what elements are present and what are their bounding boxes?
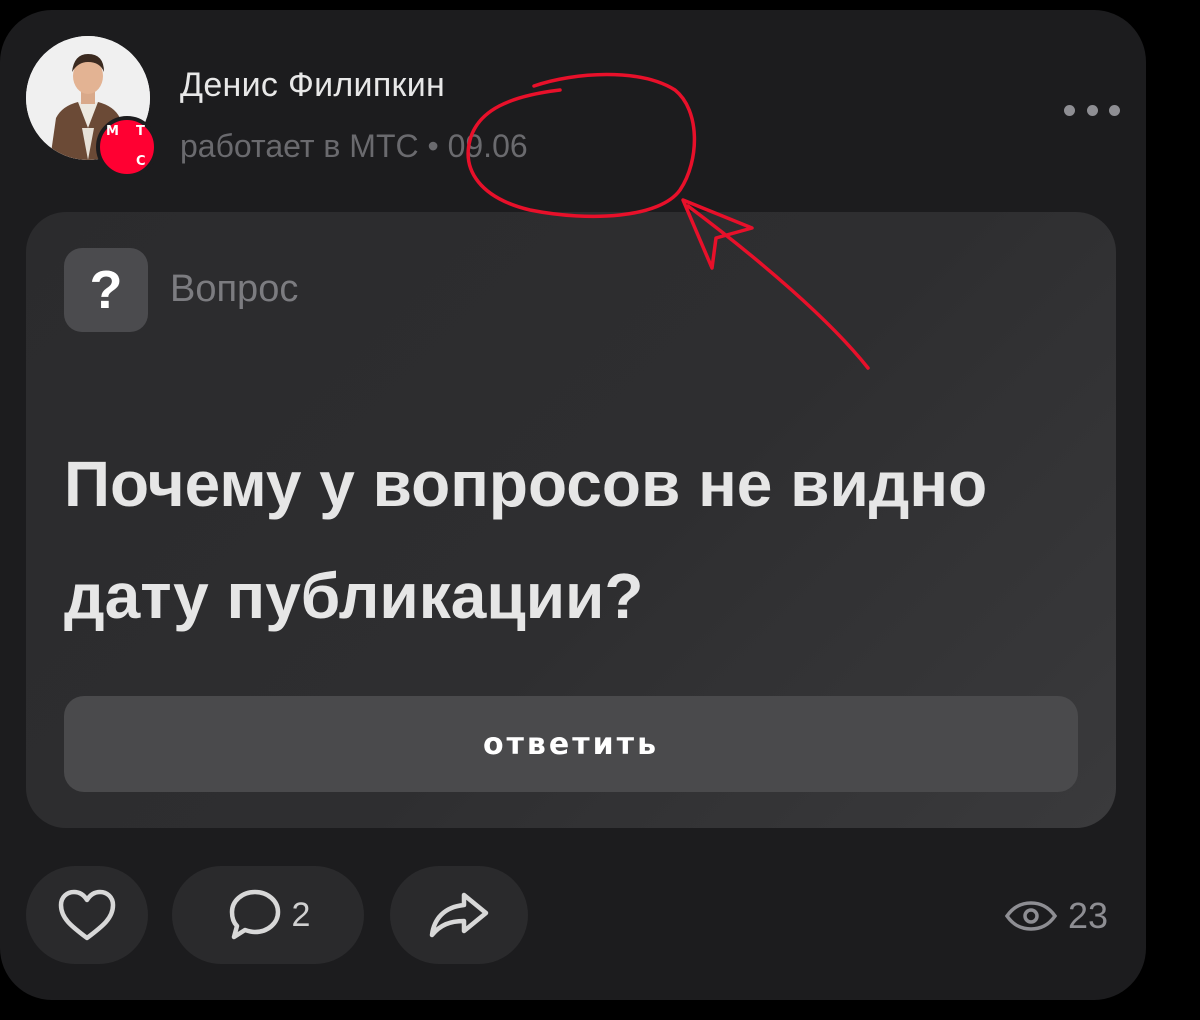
- more-dots-icon: [1086, 104, 1098, 116]
- post-type-label: Вопрос: [170, 268, 299, 310]
- more-dots-icon: [1109, 104, 1120, 116]
- heart-icon: [58, 889, 116, 941]
- comment-count: 2: [291, 895, 311, 934]
- question-mark-icon: ?: [64, 248, 148, 332]
- views-count: 23: [1068, 895, 1109, 936]
- views-counter: 23: [1004, 893, 1108, 939]
- author-meta: работает в МТС • 09.06: [180, 128, 528, 164]
- more-dots-icon: [1064, 104, 1075, 116]
- share-arrow-icon: [429, 892, 489, 938]
- company-badge: М Т С: [96, 116, 158, 178]
- question-title: Почему у вопросов не видно дату публикац…: [64, 448, 988, 632]
- more-options-button[interactable]: [1064, 92, 1120, 128]
- like-button[interactable]: [26, 866, 148, 964]
- author-name[interactable]: Денис Филипкин: [180, 66, 445, 105]
- share-button[interactable]: [390, 866, 528, 964]
- badge-letter: М: [106, 124, 119, 139]
- answer-button[interactable]: ответить: [64, 696, 1078, 792]
- eye-icon: [1004, 901, 1058, 931]
- badge-letter: Т: [136, 124, 145, 139]
- badge-letter: С: [136, 154, 146, 169]
- comment-button[interactable]: 2: [172, 866, 364, 964]
- comment-bubble-icon: [229, 889, 280, 940]
